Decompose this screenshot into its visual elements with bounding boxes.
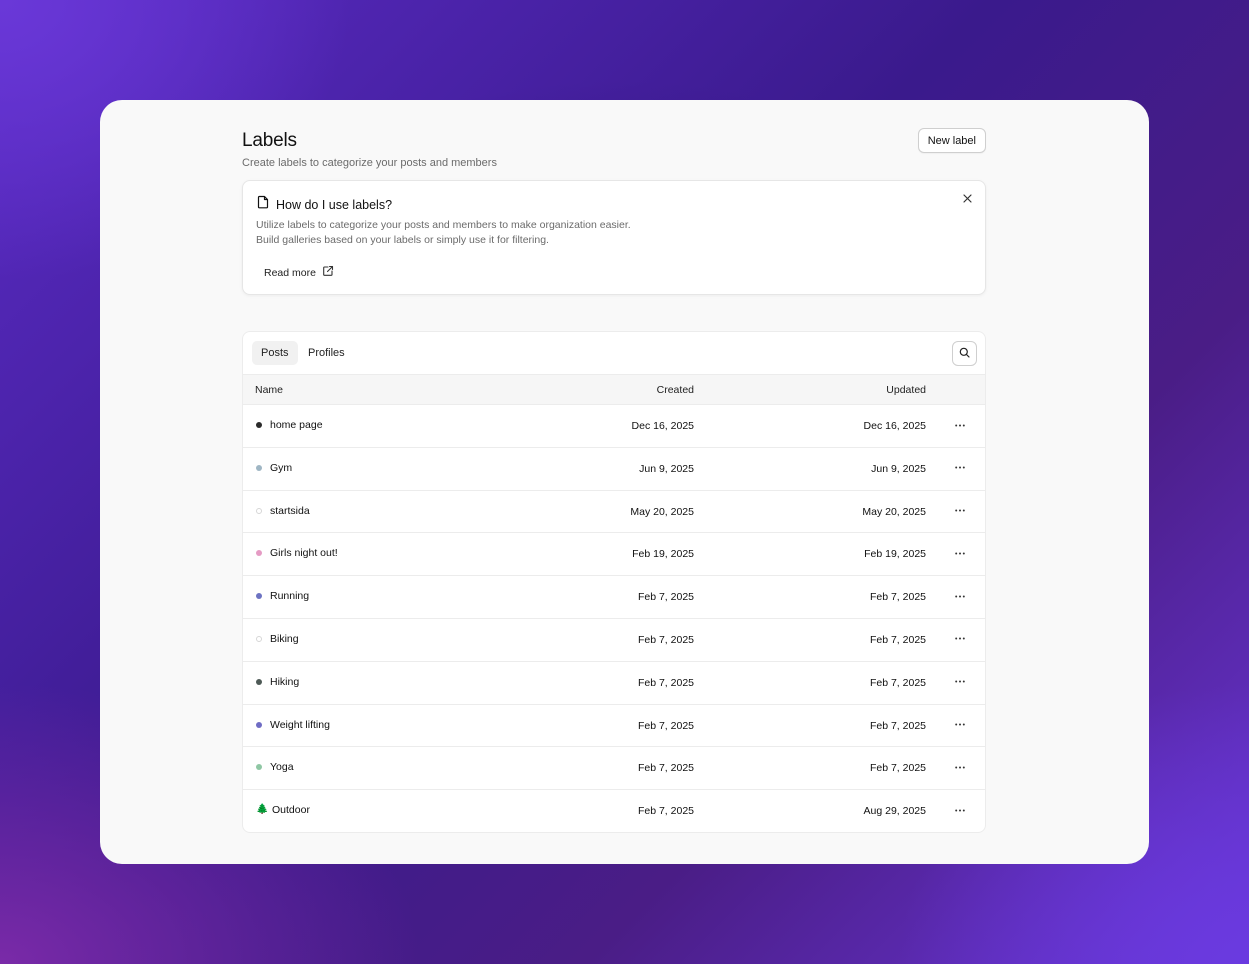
label-name: Gym xyxy=(270,461,293,474)
created-date: Feb 7, 2025 xyxy=(637,805,694,818)
label-name-cell: Gym xyxy=(256,462,292,474)
more-options-icon[interactable] xyxy=(952,588,968,604)
label-name-cell: Girls night out! xyxy=(256,547,338,559)
help-card: How do I use labels? Utilize labels to c… xyxy=(242,180,986,295)
created-date: Feb 19, 2025 xyxy=(632,548,694,561)
help-card-body: Utilize labels to categorize your posts … xyxy=(256,219,631,246)
tabs-bar: Posts Profiles xyxy=(243,332,985,375)
label-color-dot xyxy=(256,422,262,428)
more-options-icon[interactable] xyxy=(952,717,968,733)
column-header-created[interactable]: Created xyxy=(657,384,694,396)
label-name: startsida xyxy=(270,504,310,517)
created-date: Feb 7, 2025 xyxy=(637,719,694,732)
more-options-icon[interactable] xyxy=(952,674,968,690)
table-row[interactable]: Weight lifting Feb 7, 2025 Feb 7, 2025 xyxy=(243,705,985,748)
table-body: home page Dec 16, 2025 Dec 16, 2025 Gym Jun … xyxy=(243,405,985,832)
read-more-label: Read more xyxy=(264,266,316,279)
table-row[interactable]: Gym Jun 9, 2025 Jun 9, 2025 xyxy=(243,448,985,491)
more-options-icon[interactable] xyxy=(952,417,968,433)
created-date: May 20, 2025 xyxy=(630,505,694,518)
search-button[interactable] xyxy=(952,341,977,366)
page-title: Labels xyxy=(242,130,297,151)
updated-date: Dec 16, 2025 xyxy=(863,420,926,432)
close-icon[interactable] xyxy=(960,191,974,205)
label-name: home page xyxy=(270,419,323,431)
more-options-icon[interactable] xyxy=(952,631,968,647)
label-name-cell: home page xyxy=(256,419,323,431)
table-row[interactable]: home page Dec 16, 2025 Dec 16, 2025 xyxy=(243,405,985,448)
label-name: Girls night out! xyxy=(270,547,338,560)
label-name-cell: Biking xyxy=(256,633,299,645)
updated-date: Jun 9, 2025 xyxy=(871,462,926,475)
label-color-dot xyxy=(256,507,262,514)
label-color-dot xyxy=(256,550,262,557)
labels-table: Posts Profiles Name Created Updated home… xyxy=(242,331,986,833)
column-header-updated[interactable]: Updated xyxy=(886,384,926,396)
updated-date: Feb 7, 2025 xyxy=(869,676,926,689)
label-name-cell: Hiking xyxy=(256,676,299,688)
updated-date: Feb 7, 2025 xyxy=(869,591,926,604)
label-name-cell: Running xyxy=(256,590,309,602)
updated-date: Feb 7, 2025 xyxy=(869,719,926,732)
label-color-dot xyxy=(256,721,262,728)
table-row[interactable]: Running Feb 7, 2025 Feb 7, 2025 xyxy=(243,576,985,619)
created-date: Dec 16, 2025 xyxy=(631,420,694,432)
table-header: Name Created Updated xyxy=(243,375,985,405)
more-options-icon[interactable] xyxy=(952,545,968,561)
external-link-icon xyxy=(322,265,334,280)
label-color-dot xyxy=(256,764,262,771)
label-color-dot xyxy=(256,464,262,471)
table-row[interactable]: startsida May 20, 2025 May 20, 2025 xyxy=(243,491,985,534)
help-card-title-row: How do I use labels? xyxy=(256,195,392,214)
updated-date: Feb 7, 2025 xyxy=(869,762,926,775)
more-options-icon[interactable] xyxy=(952,759,968,775)
label-name-cell: Yoga xyxy=(256,761,294,773)
created-date: Jun 9, 2025 xyxy=(639,462,694,475)
more-options-icon[interactable] xyxy=(952,802,968,818)
created-date: Feb 7, 2025 xyxy=(637,762,694,775)
page-subtitle: Create labels to categorize your posts a… xyxy=(242,157,497,169)
label-name: Outdoor xyxy=(272,804,310,817)
updated-date: Feb 19, 2025 xyxy=(864,548,926,561)
table-row[interactable]: 🌲 Outdoor Feb 7, 2025 Aug 29, 2025 xyxy=(243,790,985,832)
more-options-icon[interactable] xyxy=(952,460,968,476)
label-name-cell: 🌲 Outdoor xyxy=(256,804,310,816)
labels-panel: Labels Create labels to categorize your … xyxy=(100,100,1149,864)
table-row[interactable]: Yoga Feb 7, 2025 Feb 7, 2025 xyxy=(243,747,985,791)
page-header: Labels Create labels to categorize your … xyxy=(242,128,986,170)
table-row[interactable]: Hiking Feb 7, 2025 Feb 7, 2025 xyxy=(243,662,985,705)
updated-date: May 20, 2025 xyxy=(862,505,926,518)
label-name-cell: startsida xyxy=(256,505,310,517)
label-name: Biking xyxy=(270,632,299,645)
help-card-title: How do I use labels? xyxy=(276,197,393,212)
read-more-link[interactable]: Read more xyxy=(264,265,334,280)
created-date: Feb 7, 2025 xyxy=(637,633,694,646)
label-color-dot xyxy=(256,635,262,642)
label-color-dot xyxy=(256,678,262,685)
created-date: Feb 7, 2025 xyxy=(637,591,694,604)
more-options-icon[interactable] xyxy=(952,503,968,519)
label-name: Hiking xyxy=(270,675,300,688)
updated-date: Feb 7, 2025 xyxy=(869,633,926,646)
label-name: Weight lifting xyxy=(270,718,330,731)
label-name-cell: Weight lifting xyxy=(256,719,330,731)
updated-date: Aug 29, 2025 xyxy=(863,805,926,818)
tab-posts[interactable]: Posts xyxy=(252,341,298,365)
tab-profiles[interactable]: Profiles xyxy=(299,341,354,365)
document-icon xyxy=(256,195,270,214)
table-row[interactable]: Biking Feb 7, 2025 Feb 7, 2025 xyxy=(243,619,985,662)
column-header-name[interactable]: Name xyxy=(255,384,283,396)
new-label-button[interactable]: New label xyxy=(917,128,986,153)
tree-emoji-icon: 🌲 xyxy=(256,804,269,816)
label-name: Running xyxy=(270,590,310,603)
table-row[interactable]: Girls night out! Feb 19, 2025 Feb 19, 2025 xyxy=(243,533,985,577)
label-color-dot xyxy=(256,593,262,600)
label-name: Yoga xyxy=(270,761,294,774)
search-icon xyxy=(959,345,970,363)
created-date: Feb 7, 2025 xyxy=(637,676,694,689)
